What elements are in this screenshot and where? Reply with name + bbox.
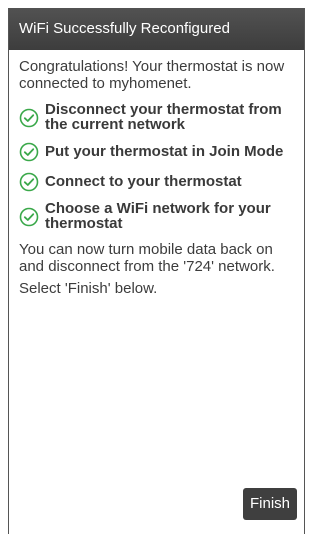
check-circle-icon <box>19 142 39 162</box>
content-area: Congratulations! Your thermostat is now … <box>19 58 296 297</box>
step-label: Disconnect your thermostat from the curr… <box>45 101 282 133</box>
check-circle-icon <box>19 207 39 226</box>
finish-button[interactable]: Finish <box>243 488 297 520</box>
step-label: Put your thermostat in Join Mode <box>45 143 284 160</box>
step-label: Connect to your thermostat <box>45 173 242 190</box>
step-item-disconnect: Disconnect your thermostat from the curr… <box>19 102 296 132</box>
step-item-connect: Connect to your thermostat <box>19 171 296 192</box>
outro-text: You can now turn mobile data back on and… <box>19 241 275 275</box>
step-label: Choose a WiFi network for your thermosta… <box>45 200 271 232</box>
check-circle-icon <box>19 108 39 127</box>
app-screen: WiFi Successfully Reconfigured Congratul… <box>8 8 305 534</box>
finish-instruction: Select 'Finish' below. <box>19 280 158 297</box>
step-item-choose-network: Choose a WiFi network for your thermosta… <box>19 201 296 231</box>
check-circle-icon <box>19 172 39 192</box>
step-item-join-mode: Put your thermostat in Join Mode <box>19 141 296 162</box>
page-title: WiFi Successfully Reconfigured <box>9 8 304 50</box>
intro-text: Congratulations! Your thermostat is now … <box>19 58 285 92</box>
steps-list: Disconnect your thermostat from the curr… <box>19 102 296 231</box>
